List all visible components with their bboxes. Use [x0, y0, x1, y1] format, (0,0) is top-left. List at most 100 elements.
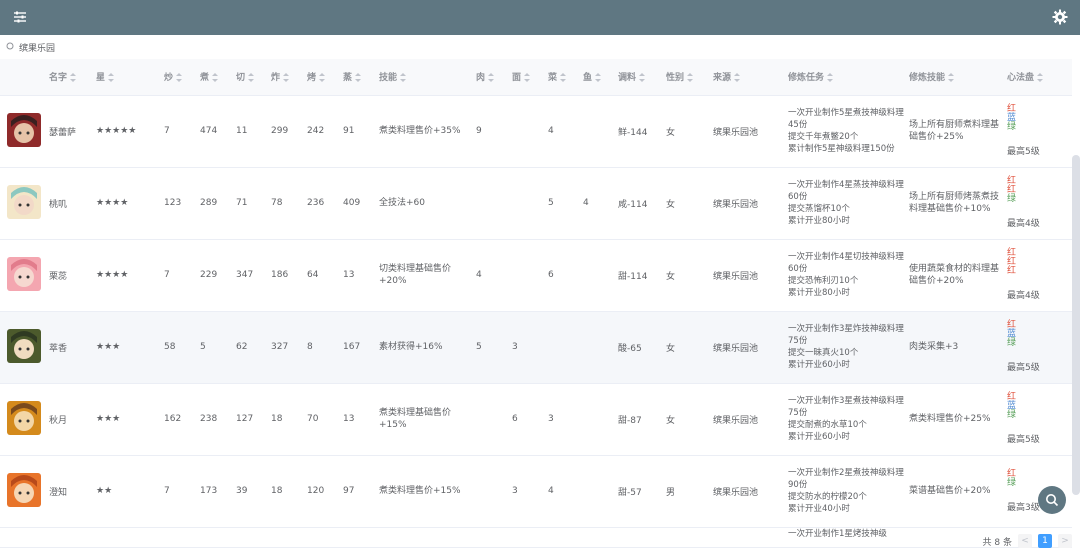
header-col-13[interactable]: 调料 [618, 59, 666, 96]
table-cell [713, 527, 788, 547]
xinfa-slot: 红 [1007, 104, 1017, 114]
prev-page-button[interactable]: < [1018, 534, 1032, 548]
sort-icon[interactable] [355, 73, 362, 83]
cell-zhu: 229 [200, 270, 218, 280]
cell-zheng: 409 [343, 198, 361, 208]
pagination: 共 8 条 < 1 > [983, 533, 1072, 549]
sort-icon[interactable] [248, 73, 255, 83]
header-col-0[interactable]: 名字 [49, 59, 96, 96]
header-col-12[interactable]: 鱼 [583, 59, 618, 96]
sort-icon[interactable] [176, 73, 183, 83]
cell-name: 秋月 [49, 415, 68, 426]
table-row[interactable]: 秋月 ★★★ 162 238 127 18 70 13 煮类料理基础售价+15% 6 3 甜-87 女 缤… [0, 383, 1072, 455]
cell-mian [512, 167, 548, 239]
cell-zheng: 91 [343, 126, 355, 136]
cell-zha: 327 [271, 342, 289, 352]
table-row[interactable]: 桃叽 ★★★★ 123 289 71 78 236 409 全技法+60 5 4 咸-114 女 缤果乐园… [0, 167, 1072, 239]
cell-task: 一次开业制作4星切技神级料理60份 提交恐怖利刃10个 累计开业80小时 [788, 252, 904, 298]
header-col-5[interactable]: 炸 [271, 59, 307, 96]
header-col-18[interactable]: 心法盘 [1007, 59, 1072, 96]
header-col-8[interactable]: 技能 [379, 59, 476, 96]
avatar [7, 256, 41, 291]
xinfa-slot: 红 [1007, 257, 1017, 267]
sort-icon[interactable] [595, 73, 602, 83]
sort-icon[interactable] [70, 73, 77, 83]
sort-icon[interactable] [524, 73, 531, 83]
cell-qie: 71 [236, 198, 248, 208]
sort-icon[interactable] [488, 73, 495, 83]
table-row[interactable]: 萃香 ★★★ 58 5 62 327 8 167 素材获得+16% 5 3 酸-65 女 缤果乐园池 一次开… [0, 311, 1072, 383]
sort-icon[interactable] [108, 73, 115, 83]
sort-icon[interactable] [400, 73, 407, 83]
sort-icon[interactable] [212, 73, 219, 83]
cell-rou [476, 167, 512, 239]
cell-task: 一次开业制作3星煮技神级料理75份 提交耐煮的水草10个 累计开业60小时 [788, 396, 904, 442]
header-col-6[interactable]: 烤 [307, 59, 343, 96]
cell-cai: 4 [548, 126, 554, 136]
search-fab-button[interactable] [1038, 486, 1066, 514]
gear-icon[interactable] [1052, 9, 1068, 25]
total-count: 共 8 条 [982, 537, 1012, 548]
header-col-17[interactable]: 修炼技能 [909, 59, 1007, 96]
cell-task: 一次开业制作5星煮技神级料理45份 提交千年煮鳖20个 累计制作5星神级料理15… [788, 108, 904, 154]
sort-icon[interactable] [560, 73, 567, 83]
xinfa-max-level: 最高5级 [1007, 435, 1040, 445]
sort-icon[interactable] [1037, 73, 1044, 83]
sort-icon[interactable] [687, 73, 694, 83]
header-label: 蒸 [343, 73, 353, 84]
page-1-button[interactable]: 1 [1038, 534, 1052, 548]
settings-sliders-icon[interactable] [13, 10, 27, 24]
sort-icon[interactable] [283, 73, 290, 83]
xinfa-slot: 红 [1007, 248, 1017, 258]
cell-mian [512, 95, 548, 167]
sort-icon[interactable] [827, 73, 834, 83]
cell-gender: 女 [666, 199, 676, 210]
header-col-10[interactable]: 面 [512, 59, 548, 96]
table-row[interactable]: 栗蕊 ★★★★ 7 229 347 186 64 13 切类料理基础售价+20% 4 6 甜-114 女… [0, 239, 1072, 311]
xinfa-slot: 红 [1007, 266, 1017, 276]
avatar-cell [0, 311, 49, 383]
header-col-3[interactable]: 煮 [200, 59, 236, 96]
header-col-7[interactable]: 蒸 [343, 59, 379, 96]
table-cell [236, 527, 271, 547]
table-row[interactable]: 澄知 ★★ 7 173 39 18 120 97 煮类料理售价+15% 3 4 甜-57 男 缤果乐园池 一… [0, 455, 1072, 527]
header-col-14[interactable]: 性别 [666, 59, 713, 96]
header-avatar [0, 59, 49, 96]
header-col-11[interactable]: 菜 [548, 59, 583, 96]
header-col-15[interactable]: 来源 [713, 59, 788, 96]
cell-zhu: 238 [200, 414, 218, 424]
sort-icon[interactable] [639, 73, 646, 83]
header-col-9[interactable]: 肉 [476, 59, 512, 96]
cell-yu [583, 95, 618, 167]
header-label: 来源 [713, 73, 732, 84]
cell-skill: 素材获得+16% [379, 342, 443, 352]
table-cell [379, 527, 476, 547]
sort-icon[interactable] [319, 73, 326, 83]
vertical-scrollbar[interactable] [1072, 155, 1080, 495]
cell-chao: 58 [164, 342, 176, 352]
header-col-2[interactable]: 炒 [164, 59, 200, 96]
avatar [7, 472, 41, 507]
sort-icon[interactable] [948, 73, 955, 83]
cell-kao: 8 [307, 342, 313, 352]
table-cell [271, 527, 307, 547]
table-cell [512, 527, 548, 547]
filter-tag[interactable]: 缤果乐园 [19, 41, 55, 54]
header-label: 鱼 [583, 73, 593, 84]
cell-gender: 女 [666, 271, 676, 282]
next-page-button[interactable]: > [1058, 534, 1072, 548]
table-row[interactable]: 一次开业制作1星烤技神级 [0, 527, 1072, 547]
xinfa-max-level: 最高5级 [1007, 147, 1040, 157]
cell-zhu: 474 [200, 126, 218, 136]
table-row[interactable]: 瑟蕾萨 ★★★★★ 7 474 11 299 242 91 煮类料理售价+35% 9 4 鲜-144 女… [0, 95, 1072, 167]
cell-name: 萃香 [49, 343, 68, 354]
header-col-16[interactable]: 修炼任务 [788, 59, 909, 96]
header-col-4[interactable]: 切 [236, 59, 271, 96]
avatar-cell [0, 383, 49, 455]
sort-icon[interactable] [734, 73, 741, 83]
header-col-1[interactable]: 星 [96, 59, 164, 96]
cell-zhu: 173 [200, 486, 218, 496]
table-cell [343, 527, 379, 547]
cell-chao: 7 [164, 486, 170, 496]
header-label: 煮 [200, 73, 210, 84]
